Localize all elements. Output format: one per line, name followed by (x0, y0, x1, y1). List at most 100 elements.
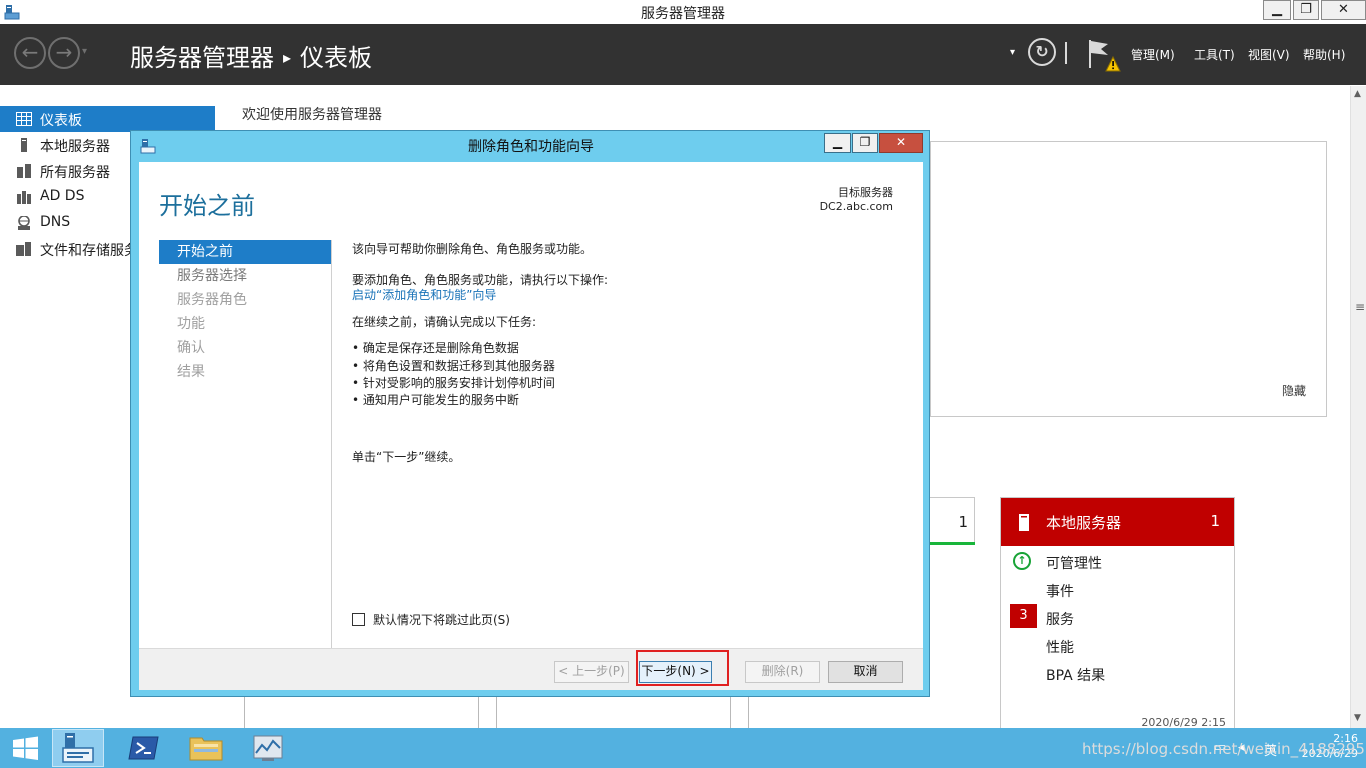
dialog-footer: < 上一步(P) 下一步(N) > 删除(R) 取消 (139, 648, 923, 690)
header-divider (1065, 42, 1067, 64)
taskbar-file-explorer[interactable] (180, 729, 232, 767)
file-storage-icon (16, 242, 31, 256)
skip-page-checkbox[interactable] (352, 613, 365, 626)
scroll-up-icon[interactable]: ▲ (1354, 89, 1361, 99)
task-text: 确定是保存还是删除角色数据 (362, 341, 519, 355)
file-explorer-icon (189, 737, 223, 761)
tile-edge (748, 695, 749, 728)
forward-button[interactable]: → (48, 37, 80, 69)
tile-row-events[interactable]: 事件 (1046, 581, 1074, 601)
menu-tools[interactable]: 工具(T) (1194, 46, 1235, 63)
ad-ds-icon (17, 191, 31, 204)
task-item: • 将角色设置和数据迁移到其他服务器 (352, 359, 555, 373)
dashboard-icon (16, 112, 32, 126)
tile-header[interactable]: 本地服务器 1 (1001, 498, 1234, 546)
breadcrumb-separator-icon: ▸ (283, 48, 292, 67)
scroll-thumb-grip-icon[interactable]: ≡ (1355, 300, 1365, 314)
target-server-info: 目标服务器 DC2.abc.com (820, 186, 893, 214)
start-button[interactable] (0, 729, 52, 767)
add-roles-wizard-link[interactable]: 启动“添加角色和功能”向导 (352, 288, 496, 302)
minimize-button[interactable]: ▁ (1263, 0, 1291, 20)
hide-welcome-link[interactable]: 隐藏 (1282, 382, 1306, 399)
sidebar-item-label: 所有服务器 (40, 165, 110, 181)
step-server-selection[interactable]: 服务器选择 (159, 264, 331, 288)
server-manager-app-icon (62, 733, 94, 763)
skip-page-label: 默认情况下将跳过此页(S) (373, 613, 510, 627)
watermark-text: https://blog.csdn.net/weixin_41882957 (1082, 740, 1366, 758)
dialog-minimize-button[interactable]: ▁ (824, 133, 851, 153)
refresh-dropdown-icon[interactable]: ▾ (1010, 47, 1015, 58)
previous-button[interactable]: < 上一步(P) (554, 661, 629, 683)
sidebar-item-dashboard[interactable]: 仪表板 (0, 106, 215, 132)
target-server-name: DC2.abc.com (819, 200, 893, 213)
breadcrumb-current: 仪表板 (300, 44, 373, 72)
performance-monitor-icon (253, 735, 283, 761)
cancel-button[interactable]: 取消 (828, 661, 903, 683)
tile-row-bpa[interactable]: BPA 结果 (1046, 665, 1105, 685)
back-button[interactable]: ← (14, 37, 46, 69)
target-server-label: 目标服务器 (838, 186, 893, 199)
tile-count: 1 (958, 513, 968, 531)
vertical-scrollbar[interactable]: ▲ ≡ ▼ (1350, 86, 1366, 728)
server-icon (1019, 514, 1029, 531)
tile-row-manageability[interactable]: 可管理性 (1046, 553, 1102, 573)
tile-title: 本地服务器 (1046, 514, 1122, 532)
breadcrumb-root[interactable]: 服务器管理器 (130, 44, 274, 72)
taskbar-server-manager[interactable] (52, 729, 104, 767)
tile-edge (244, 695, 245, 728)
taskbar-powershell[interactable] (118, 729, 170, 767)
scroll-down-icon[interactable]: ▼ (1354, 713, 1361, 723)
sidebar-item-label: 文件和存储服务 (40, 243, 138, 259)
window-title: 服务器管理器 (641, 6, 725, 22)
server-icon (21, 138, 27, 152)
dns-icon (18, 216, 30, 230)
next-button-highlight (636, 650, 729, 686)
task-item: • 通知用户可能发生的服务中断 (352, 393, 519, 407)
dialog-maximize-button[interactable]: ❐ (852, 133, 878, 153)
page-title: 开始之前 (159, 192, 255, 220)
local-server-tile[interactable]: 本地服务器 1 ↑ 可管理性 事件 3 服务 性能 BPA 结果 2020/6/… (1000, 497, 1235, 732)
tile-edge (496, 695, 497, 728)
wizard-steps: 开始之前 服务器选择 服务器角色 功能 确认 结果 (159, 240, 331, 384)
tile-row-performance[interactable]: 性能 (1046, 637, 1074, 657)
step-results: 结果 (177, 364, 205, 380)
window-title-bar: 服务器管理器 ▁ ❐ ✕ (0, 0, 1366, 24)
close-button[interactable]: ✕ (1321, 0, 1366, 20)
tile-edge (730, 695, 731, 728)
history-dropdown-icon[interactable]: ▾ (82, 46, 87, 57)
taskbar-resource-monitor[interactable] (242, 729, 294, 767)
notifications-flag-icon[interactable] (1086, 38, 1122, 74)
menu-view[interactable]: 视图(V) (1248, 46, 1290, 63)
welcome-heading: 欢迎使用服务器管理器 (242, 107, 382, 123)
server-group-tile[interactable]: 1 (930, 497, 975, 545)
task-text: 针对受影响的服务安排计划停机时间 (362, 376, 555, 390)
menu-help[interactable]: 帮助(H) (1303, 46, 1345, 63)
confirm-hint-text: 在继续之前，请确认完成以下任务: (352, 315, 537, 329)
step-confirmation: 确认 (177, 340, 205, 356)
sidebar-item-label: 本地服务器 (40, 139, 110, 155)
services-alert-badge: 3 (1010, 604, 1037, 628)
breadcrumb: 服务器管理器 ▸ 仪表板 (130, 38, 372, 73)
dialog-body: 开始之前 目标服务器 DC2.abc.com 开始之前 服务器选择 服务器角色 … (139, 162, 923, 690)
refresh-button[interactable]: ↻ (1028, 38, 1056, 66)
step-features: 功能 (177, 316, 205, 332)
skip-page-option[interactable]: 默认情况下将跳过此页(S) (352, 611, 510, 628)
sidebar-item-label: 仪表板 (40, 113, 82, 129)
task-item: • 针对受影响的服务安排计划停机时间 (352, 376, 555, 390)
welcome-panel (930, 141, 1327, 417)
task-text: 将角色设置和数据迁移到其他服务器 (362, 359, 555, 373)
step-before-you-begin[interactable]: 开始之前 (159, 240, 331, 264)
remove-button[interactable]: 删除(R) (745, 661, 820, 683)
tile-edge (478, 695, 479, 728)
dialog-close-button[interactable]: ✕ (879, 133, 923, 153)
dialog-title: 删除角色和功能向导 (468, 139, 594, 155)
windows-logo-icon (13, 736, 38, 760)
powershell-icon (128, 736, 159, 760)
maximize-button[interactable]: ❐ (1293, 0, 1319, 20)
tile-row-services[interactable]: 服务 (1046, 609, 1074, 629)
tile-count: 1 (1210, 512, 1220, 530)
menu-manage[interactable]: 管理(M) (1131, 46, 1175, 63)
status-ok-bar (930, 542, 975, 545)
task-text: 通知用户可能发生的服务中断 (362, 393, 519, 407)
header-bar: ← → ▾ 服务器管理器 ▸ 仪表板 ▾ ↻ 管理(M) 工具(T) 视图(V) 帮… (0, 24, 1366, 85)
